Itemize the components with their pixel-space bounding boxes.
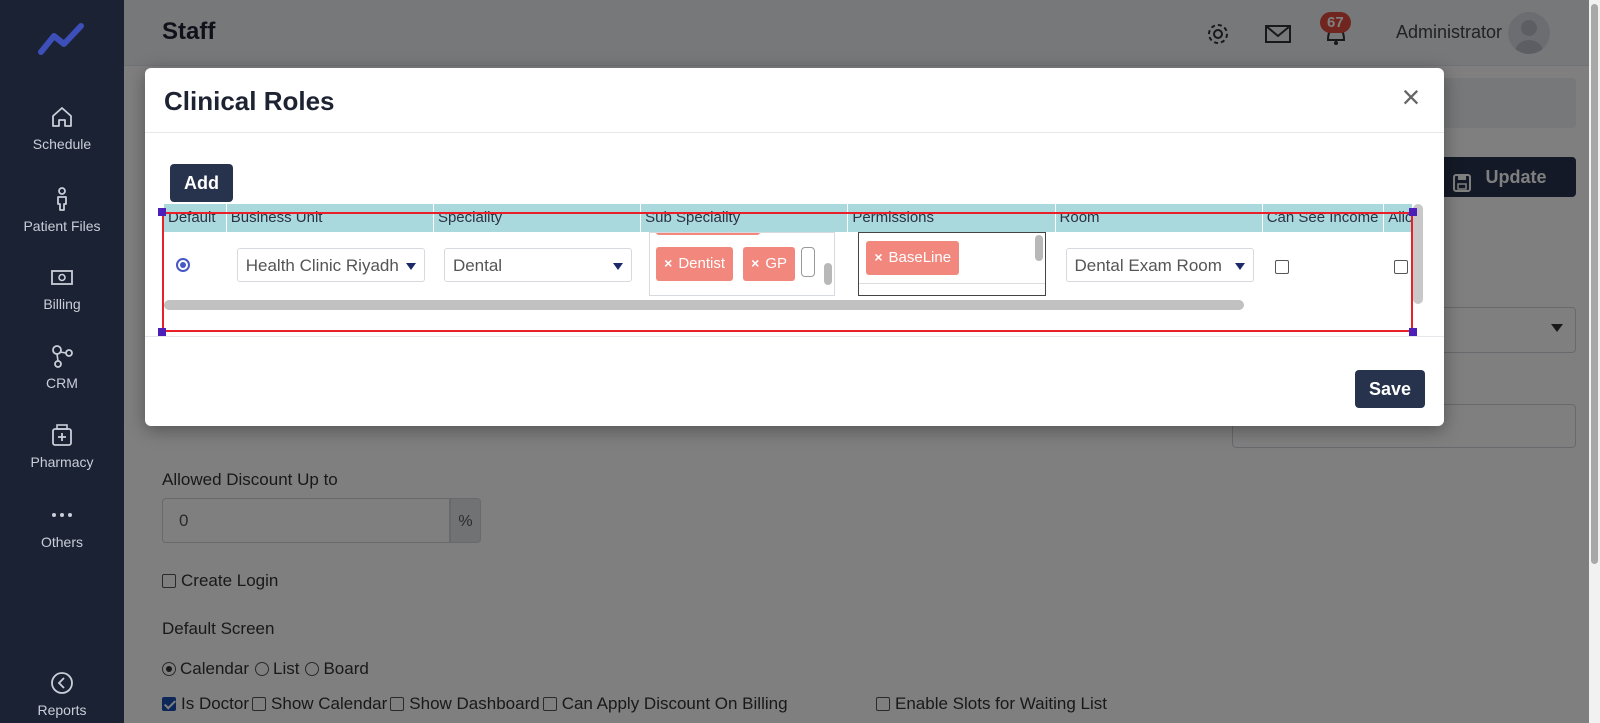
sidebar-item-label: Billing — [43, 296, 81, 312]
sidebar-item-label: Schedule — [32, 136, 92, 152]
home-icon — [49, 104, 75, 130]
footer-divider — [145, 336, 1444, 337]
selection-handle[interactable] — [1409, 208, 1417, 216]
sidebar-item-reports[interactable]: Reports — [0, 670, 124, 718]
selection-handle[interactable] — [158, 328, 166, 336]
sidebar-item-billing[interactable]: Billing — [0, 264, 124, 312]
sidebar-item-label: Reports — [37, 702, 87, 718]
sidebar-item-label: Pharmacy — [30, 454, 94, 470]
sidebar-item-label: Others — [40, 534, 83, 550]
money-icon — [49, 264, 75, 290]
sidebar-item-patient-files[interactable]: Patient Files — [0, 186, 124, 234]
modal-header: Clinical Roles × — [145, 68, 1444, 133]
add-button[interactable]: Add — [170, 164, 233, 202]
sidebar-item-schedule[interactable]: Schedule — [0, 104, 124, 152]
logo-icon[interactable] — [38, 22, 84, 56]
grid-vertical-scrollbar[interactable] — [1413, 204, 1423, 304]
person-icon — [49, 186, 75, 212]
sidebar-item-crm[interactable]: CRM — [0, 343, 124, 391]
sidebar-item-label: Patient Files — [23, 218, 101, 234]
page-scrollbar[interactable] — [1589, 0, 1600, 723]
dots-icon — [49, 502, 75, 528]
selection-handle[interactable] — [158, 208, 166, 216]
reports-icon — [49, 670, 75, 696]
sidebar-item-pharmacy[interactable]: Pharmacy — [0, 422, 124, 470]
selection-handle[interactable] — [1409, 328, 1417, 336]
crm-icon — [49, 343, 75, 369]
save-button[interactable]: Save — [1355, 370, 1425, 408]
sidebar: Schedule Patient Files Billing CRM Pharm… — [0, 0, 124, 723]
close-icon[interactable]: × — [1396, 81, 1426, 113]
sidebar-item-others[interactable]: Others — [0, 502, 124, 550]
page-scrollbar-thumb[interactable] — [1591, 4, 1598, 564]
sidebar-item-label: CRM — [46, 375, 78, 391]
selection-box — [162, 212, 1413, 332]
pharmacy-icon — [49, 422, 75, 448]
modal-title: Clinical Roles — [164, 86, 335, 116]
